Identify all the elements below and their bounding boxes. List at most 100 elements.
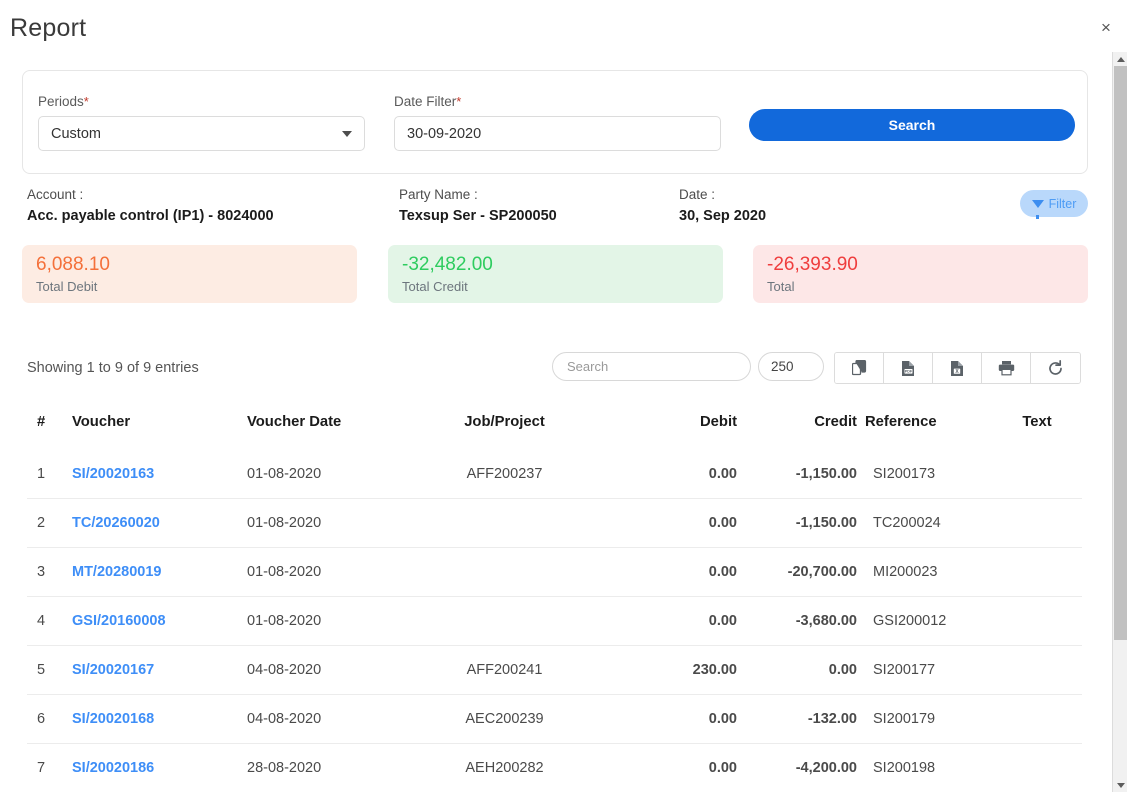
table-search-input[interactable] [552,352,751,381]
pdf-file-icon-button[interactable]: PDF [884,353,933,383]
table-row: 2 TC/20260020 01-08-2020 0.00 -1,150.00 TC200… [27,498,1082,548]
filter-button-label: Filter [1048,196,1077,211]
cell-debit: 0.00 [597,547,737,597]
cell-text [992,547,1082,597]
date-filter-input[interactable] [394,116,721,151]
cell-reference: SI200173 [873,466,936,482]
cell-debit: 0.00 [597,743,737,792]
total-debit-label: Total Debit [36,279,98,294]
svg-text:PDF: PDF [905,369,913,373]
print-icon-button[interactable] [982,353,1031,383]
date-label: Date : [679,187,716,202]
periods-select[interactable]: Custom [38,116,365,151]
voucher-link[interactable]: SI/20020167 [72,662,154,678]
table-row: 3 MT/20280019 01-08-2020 0.00 -20,700.00 MI20… [27,547,1082,597]
column-header-text[interactable]: Text [992,406,1082,450]
total-amount: -26,393.90 [767,254,858,275]
cell-credit: 0.00 [737,645,857,695]
column-header-reference[interactable]: Reference [857,406,992,450]
cell-voucher: TC/20260020 [72,498,247,548]
cell-voucher: MT/20280019 [72,547,247,597]
column-header-credit[interactable]: Credit [737,406,857,450]
voucher-link[interactable]: SI/20020186 [72,760,154,776]
cell-job-project [412,596,597,646]
cell-index: 6 [27,694,72,744]
cell-index: 3 [27,547,72,597]
date-value: 30, Sep 2020 [679,208,767,224]
cell-voucher-date: 01-08-2020 [247,596,412,646]
cell-text [992,645,1082,695]
cell-credit: -132.00 [737,694,857,744]
column-header-voucher[interactable]: Voucher [72,406,247,450]
cell-index: 1 [37,466,46,482]
cell-job-project: AFF200241 [412,645,597,695]
cell-credit: -1,150.00 [737,498,857,548]
column-header-debit[interactable]: Debit [597,406,737,450]
table-row: 6 SI/20020168 04-08-2020 AEC200239 0.00 -132.… [27,694,1082,744]
page-length-input[interactable] [758,352,824,381]
cell-debit: 0.00 [708,466,737,482]
cell-index: 5 [27,645,72,695]
cell-voucher-date: 01-08-2020 [247,498,412,548]
search-button[interactable]: Search [749,109,1075,141]
close-icon[interactable]: × [1093,14,1119,40]
cell-job-project [412,547,597,597]
column-header-index[interactable]: # [27,406,72,450]
cell-reference: GSI200012 [857,596,992,646]
filter-button[interactable]: Filter [1020,190,1088,219]
voucher-link[interactable]: TC/20260020 [72,515,160,531]
date-filter-field: Date Filter* [394,94,721,151]
cell-credit: -4,200.00 [737,743,857,792]
excel-file-icon-button[interactable]: X [933,353,982,383]
cell-credit: -3,680.00 [737,596,857,646]
cell-voucher-date: 01-08-2020 [247,466,322,482]
cell-text [992,596,1082,646]
cell-debit: 0.00 [597,694,737,744]
scrollbar-thumb[interactable] [1114,66,1127,640]
cell-text [992,498,1082,548]
report-modal: Report × Periods* Custom Date Filter* S [0,0,1127,792]
scroll-up-icon[interactable] [1113,52,1127,66]
date-filter-label: Date Filter* [394,94,462,109]
column-header-voucher-date[interactable]: Voucher Date [247,406,412,450]
cell-reference: SI200177 [857,645,992,695]
table-body: 1 SI/20020163 01-08-2020 AFF200237 0.00 -1,15… [27,450,1082,792]
pdf-file-icon: PDF [902,360,914,376]
cell-text [992,450,1082,499]
total-credit-label: Total Credit [402,279,468,294]
cell-job-project [412,498,597,548]
periods-selected-value: Custom [51,125,101,142]
cell-debit: 0.00 [597,498,737,548]
table-head: # Voucher Voucher Date Job/Project Debit… [27,406,1082,450]
vertical-scrollbar[interactable] [1112,52,1127,792]
cell-text [992,743,1082,792]
total-debit-amount: 6,088.10 [36,254,110,275]
periods-field: Periods* Custom [38,94,365,151]
total-credit-card: -32,482.00 Total Credit [388,245,723,303]
summary-cards: 6,088.10 Total Debit -32,482.00 Total Cr… [0,245,1090,303]
voucher-link[interactable]: GSI/20160008 [72,613,166,629]
copy-icon-button[interactable] [835,353,884,383]
copy-icon [851,360,866,376]
ledger-table: # Voucher Voucher Date Job/Project Debit… [27,406,1082,792]
cell-job-project: AFF200237 [466,466,543,482]
cell-credit: -20,700.00 [737,547,857,597]
party-label: Party Name : [399,187,478,202]
refresh-icon-button[interactable] [1031,353,1080,383]
required-asterisk: * [83,94,89,109]
filter-card: Periods* Custom Date Filter* Search [22,70,1088,174]
scroll-down-icon[interactable] [1113,778,1127,792]
voucher-link[interactable]: SI/20020168 [72,711,154,727]
voucher-link[interactable]: SI/20020163 [72,466,154,482]
party-value: Texsup Ser - SP200050 [399,208,557,224]
cell-reference: TC200024 [857,498,992,548]
cell-voucher-date: 04-08-2020 [247,645,412,695]
cell-voucher-date: 01-08-2020 [247,547,412,597]
print-icon [998,361,1014,376]
account-block: Account : Acc. payable control (IP1) - 8… [27,187,274,224]
table-row: 7 SI/20020186 28-08-2020 AEH200282 0.00 -4,20… [27,743,1082,792]
account-value: Acc. payable control (IP1) - 8024000 [27,208,274,224]
column-header-job-project[interactable]: Job/Project [412,406,597,450]
voucher-link[interactable]: MT/20280019 [72,564,161,580]
cell-voucher: SI/20020167 [72,645,247,695]
